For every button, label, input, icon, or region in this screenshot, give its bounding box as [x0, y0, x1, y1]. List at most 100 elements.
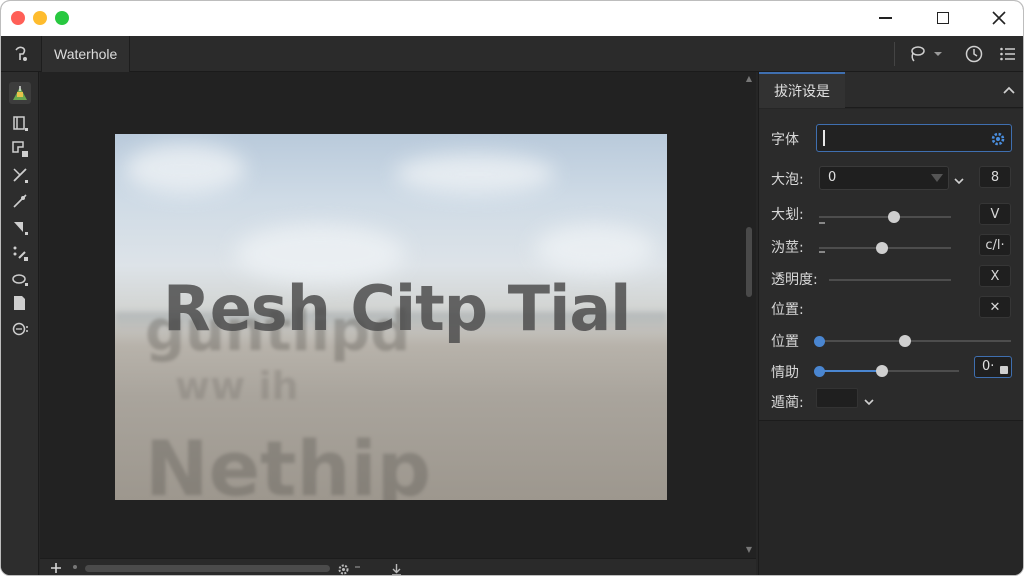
size-select[interactable]: 0 [819, 166, 949, 190]
size-side-button[interactable]: 8 [979, 166, 1011, 188]
weight-slider-knob[interactable] [888, 211, 901, 223]
app-header: Waterhole [1, 36, 1023, 72]
weight-slider[interactable] [819, 211, 951, 223]
emotion-slider-start-knob[interactable] [814, 365, 825, 377]
ghost-text: Nethip [145, 424, 432, 500]
slider-min-tick [819, 251, 825, 253]
blur-label: 沩莖: [771, 240, 804, 256]
tool-pen[interactable] [9, 190, 31, 212]
emotion-number-input[interactable]: 0· [974, 356, 1012, 378]
position-label: 位置: [771, 302, 804, 318]
beach-photo[interactable]: guntlipd Nethip ww ih Resh Citp Tial [115, 134, 667, 500]
opacity-slider[interactable] [829, 279, 951, 281]
slider-min-tick [819, 222, 825, 224]
tool-ellipse[interactable] [9, 268, 31, 290]
position-slider-knob[interactable] [899, 335, 912, 347]
emotion-slider[interactable] [814, 365, 959, 377]
brush-icon [13, 168, 28, 183]
chevron-down-icon[interactable] [953, 172, 965, 185]
minimize-traffic-button[interactable] [33, 11, 47, 25]
weight-side-button[interactable]: V [979, 203, 1011, 225]
ghost-text: ww ih [175, 364, 299, 408]
tool-palette [1, 72, 39, 575]
panel-header: 拔浒设是 [759, 72, 1023, 108]
emotion-slider-knob[interactable] [876, 365, 888, 377]
weight-label: 大刬: [771, 207, 804, 223]
minimize-button[interactable] [873, 7, 897, 29]
canvas-area[interactable]: guntlipd Nethip ww ih Resh Citp Tial ▲ ▼ [40, 72, 756, 558]
arrange-icon [13, 86, 27, 100]
lasso-icon[interactable] [906, 43, 928, 65]
font-label: 字体 [771, 132, 799, 148]
lasso-dropdown-icon[interactable] [931, 43, 945, 65]
hand-icon [12, 322, 28, 336]
blur-side-button[interactable]: c/l· [979, 234, 1011, 256]
scrollbar-thumb[interactable] [746, 227, 752, 297]
dropper-icon [13, 246, 28, 261]
tool-select[interactable] [9, 138, 31, 160]
font-settings-gear-icon[interactable] [990, 131, 1006, 147]
main-text-layer[interactable]: Resh Citp Tial [163, 272, 631, 345]
list-icon[interactable] [997, 43, 1019, 65]
chevron-up-icon[interactable] [1002, 82, 1016, 96]
header-divider [894, 42, 895, 66]
tool-arrange[interactable] [9, 82, 31, 104]
cloud [535, 224, 655, 274]
dash-icon [355, 566, 360, 568]
position-label: 位置 [771, 334, 799, 350]
tool-dropper[interactable] [9, 242, 31, 264]
document-tab[interactable]: Waterhole [41, 36, 131, 72]
maximize-button[interactable] [931, 7, 955, 29]
download-icon[interactable] [390, 561, 403, 575]
blur-slider[interactable] [819, 242, 951, 254]
emotion-slider-fill [819, 370, 882, 372]
color-label: 遁蔺: [771, 395, 804, 411]
panel-tab[interactable]: 拔浒设是 [759, 72, 845, 108]
plus-icon[interactable] [49, 560, 63, 574]
dot-icon [73, 565, 77, 569]
properties-panel: 拔浒设是 字体 大泡: 0 8 大刬: V 沩莖: c/l· 透明度: X 位置… [758, 72, 1023, 575]
text-caret [823, 130, 825, 146]
title-bar [1, 1, 1023, 36]
close-traffic-button[interactable] [11, 11, 25, 25]
dropdown-triangle-icon [931, 174, 943, 182]
select-icon [12, 141, 28, 157]
cloud [395, 154, 555, 194]
emotion-number-value: 0· [982, 359, 995, 374]
app-lasso-icon[interactable] [11, 44, 31, 64]
gear-icon[interactable] [337, 561, 350, 575]
crop-icon [13, 116, 28, 131]
history-icon[interactable] [963, 43, 985, 65]
close-button[interactable] [987, 7, 1011, 29]
close-icon [992, 11, 1006, 25]
tool-document[interactable] [9, 292, 31, 314]
blur-slider-knob[interactable] [876, 242, 889, 254]
panel-body: 字体 大泡: 0 8 大刬: V 沩莖: c/l· 透明度: X 位置: ✕ 位… [759, 109, 1023, 421]
tool-shape[interactable] [9, 216, 31, 238]
chevron-down-icon[interactable] [863, 393, 875, 406]
horizontal-scrollbar[interactable] [85, 565, 330, 572]
document-icon [14, 296, 25, 310]
vertical-scrollbar[interactable]: ▲ ▼ [743, 72, 755, 558]
pen-icon [13, 194, 27, 208]
size-label: 大泡: [771, 172, 804, 188]
tool-hand[interactable] [9, 318, 31, 340]
font-input[interactable] [816, 124, 1012, 152]
shape-icon [14, 222, 28, 235]
opacity-side-button[interactable]: X [979, 265, 1011, 287]
scroll-down-icon[interactable]: ▼ [744, 545, 754, 555]
bottom-bar [40, 558, 756, 575]
scroll-up-icon[interactable]: ▲ [744, 74, 754, 84]
zoom-traffic-button[interactable] [55, 11, 69, 25]
position-slider[interactable] [814, 335, 1011, 347]
opacity-label: 透明度: [771, 272, 818, 288]
color-swatch[interactable] [816, 388, 858, 408]
emotion-label: 情助 [771, 365, 799, 381]
tool-crop[interactable] [9, 112, 31, 134]
tool-brush[interactable] [9, 164, 31, 186]
stepper-badge-icon[interactable] [1000, 366, 1008, 374]
minimize-icon [878, 17, 892, 19]
app-window: Waterhole guntlipd Nethip ww ih Resh Cit… [0, 0, 1024, 576]
position-slider-start-knob[interactable] [814, 335, 825, 347]
position-close-button[interactable]: ✕ [979, 296, 1011, 318]
